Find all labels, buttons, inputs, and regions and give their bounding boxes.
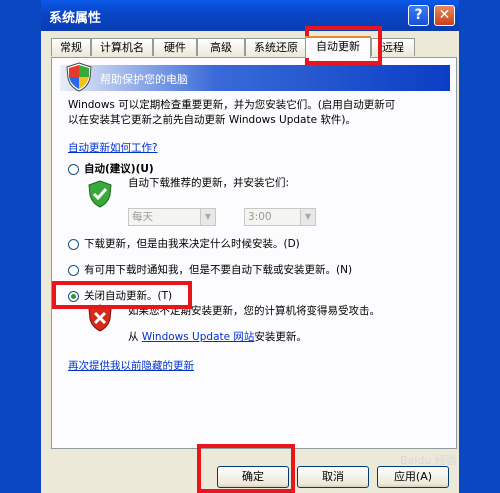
how-it-works-link[interactable]: 自动更新如何工作?: [68, 141, 158, 156]
hidden-updates-link[interactable]: 再次提供我以前隐藏的更新: [68, 359, 194, 374]
day-select-value: 每天: [132, 211, 153, 223]
chevron-down-icon: ▼: [300, 209, 315, 225]
green-check-shield-icon: [88, 180, 112, 208]
windows-update-site-link[interactable]: Windows Update 网站: [142, 331, 255, 343]
windows-update-site-line: 从 Windows Update 网站安装更新。: [128, 330, 307, 345]
radio-notify-only-label[interactable]: 有可用下载时通知我，但是不要自动下载或安装更新。(N): [84, 263, 352, 278]
radio-notify-only[interactable]: [68, 265, 79, 276]
day-select: 每天 ▼: [128, 208, 216, 226]
tab-computer-name[interactable]: 计算机名: [91, 38, 153, 56]
banner-title: 帮助保护您的电脑: [100, 73, 188, 86]
title-bar[interactable]: 系统属性 ? ✕: [41, 0, 459, 31]
radio-turn-off-label[interactable]: 关闭自动更新。(T): [84, 289, 172, 304]
site-prefix: 从: [128, 331, 139, 343]
radio-download-only[interactable]: [68, 239, 79, 250]
cancel-button[interactable]: 取消: [297, 466, 369, 488]
tab-automatic-updates[interactable]: 自动更新: [305, 36, 371, 58]
tab-system-restore[interactable]: 系统还原: [245, 38, 307, 56]
help-button[interactable]: ?: [408, 5, 429, 26]
apply-button[interactable]: 应用(A): [377, 466, 449, 488]
tab-general[interactable]: 常规: [51, 38, 91, 56]
turn-off-warning: 如果您不定期安装更新，您的计算机将变得易受攻击。: [128, 305, 380, 317]
radio-automatic-label[interactable]: 自动(建议)(U): [84, 162, 154, 177]
tab-hardware[interactable]: 硬件: [153, 38, 197, 56]
radio-download-only-label[interactable]: 下载更新，但是由我来决定什么时候安装。(D): [84, 237, 300, 252]
watermark: Baidu 经验: [400, 454, 457, 467]
radio-turn-off[interactable]: [68, 291, 79, 302]
banner: 帮助保护您的电脑: [60, 62, 450, 92]
time-select-value: 3:00: [248, 211, 272, 223]
automatic-description: 自动下载推荐的更新，并安装它们:: [128, 177, 290, 189]
time-select: 3:00 ▼: [244, 208, 316, 226]
tab-advanced[interactable]: 高级: [197, 38, 245, 56]
radio-automatic[interactable]: [68, 164, 79, 175]
ok-button[interactable]: 确定: [217, 466, 289, 488]
chevron-down-icon: ▼: [200, 209, 215, 225]
system-properties-window: 系统属性 ? ✕ 常规 计算机名 硬件 高级 系统还原 自动更新 远程 帮助保护…: [38, 0, 462, 493]
tab-remote[interactable]: 远程: [371, 38, 415, 56]
automatic-updates-panel: 帮助保护您的电脑 Windows 可以定期检查重要更新，并为您安装它们。(启用自…: [51, 57, 457, 449]
intro-line-1: Windows 可以定期检查重要更新，并为您安装它们。(启用自动更新可: [68, 99, 396, 111]
tab-strip: 常规 计算机名 硬件 高级 系统还原 自动更新 远程: [51, 36, 457, 58]
window-title: 系统属性: [49, 11, 102, 26]
site-suffix: 安装更新。: [254, 331, 307, 343]
red-x-shield-icon: [88, 304, 112, 332]
close-button[interactable]: ✕: [434, 5, 455, 26]
intro-line-2: 以在安装其它更新之前先自动更新 Windows Update 软件)。: [68, 114, 357, 126]
security-shield-icon: [66, 62, 92, 92]
